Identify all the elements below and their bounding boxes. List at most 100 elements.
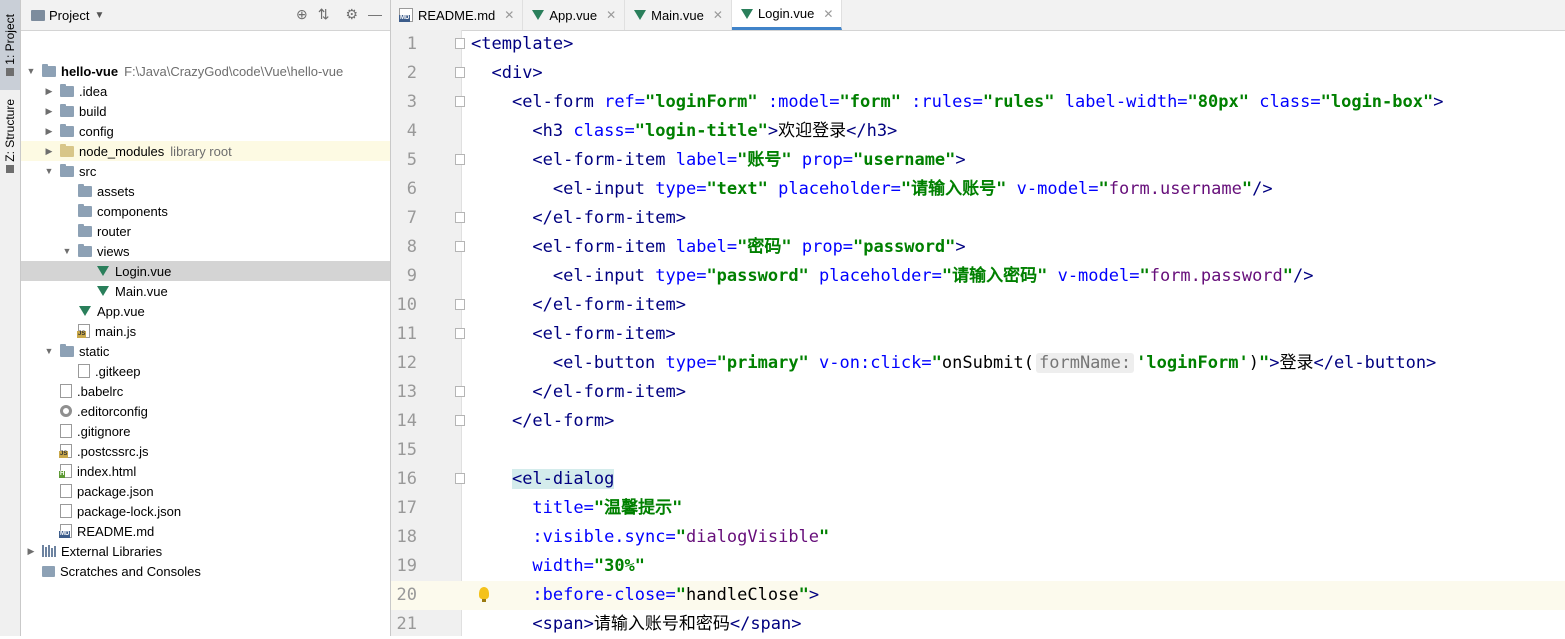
tree-item[interactable]: ▶ External Libraries [21, 541, 390, 561]
code-line[interactable]: 14 </el-form> [391, 407, 1565, 436]
code-token: "text" [706, 179, 779, 199]
tree-item[interactable]: ▼ hello-vue F:\Java\CrazyGod\code\Vue\hell… [21, 61, 390, 81]
code-line[interactable]: 1 <template> [391, 30, 1565, 59]
chevron-down-icon[interactable]: ▼ [94, 10, 104, 21]
tree-item[interactable]: ▼ static [21, 341, 390, 361]
tree-item[interactable]: Scratches and Consoles [21, 561, 390, 581]
code-line[interactable]: 6 <el-input type="text" placeholder="请输入… [391, 175, 1565, 204]
close-icon[interactable]: ✕ [606, 8, 616, 22]
code-token: > [1269, 353, 1280, 373]
editor-tab[interactable]: README.md ✕ [391, 0, 524, 30]
tree-item[interactable]: App.vue [21, 301, 390, 321]
editor-tabs: README.md ✕ App.vue ✕ Main.vue ✕ Login.vue ✕ [391, 0, 1565, 31]
fold-marker-icon[interactable] [455, 328, 465, 339]
fold-marker-icon[interactable] [455, 299, 465, 310]
code-line[interactable]: 12 <el-button type="primary" v-on:click=… [391, 349, 1565, 378]
code-line[interactable]: 2 <div> [391, 59, 1565, 88]
tree-item[interactable]: ▶ node_modules library root [21, 141, 390, 161]
code-token: > [808, 585, 820, 605]
tree-item[interactable]: ▼ src [21, 161, 390, 181]
expand-arrow-icon[interactable]: ▼ [43, 166, 55, 176]
tree-item[interactable]: .gitkeep [21, 361, 390, 381]
close-icon[interactable]: ✕ [823, 7, 833, 21]
editor-tab[interactable]: Login.vue ✕ [731, 0, 843, 30]
fold-marker-icon[interactable] [455, 473, 465, 484]
expand-arrow-icon[interactable]: ▶ [43, 146, 55, 157]
code-line[interactable]: 10 </el-form-item> [391, 291, 1565, 320]
tree-item[interactable]: router [21, 221, 390, 241]
fold-marker-icon[interactable] [455, 67, 465, 78]
close-icon[interactable]: ✕ [504, 8, 514, 22]
tree-item-label: Login.vue [115, 263, 172, 279]
expand-arrow-icon[interactable]: ▶ [43, 126, 55, 137]
tree-item[interactable]: package.json [21, 481, 390, 501]
code-token: " [1282, 266, 1294, 286]
code-line[interactable]: 5 <el-form-item label="账号" prop="usernam… [391, 146, 1565, 175]
code-line[interactable]: 9 <el-input type="password" placeholder=… [391, 262, 1565, 291]
collapse-all-icon[interactable]: ⇅ [318, 6, 330, 23]
expand-arrow-icon[interactable]: ▼ [43, 346, 55, 356]
hide-icon[interactable]: — [368, 6, 382, 23]
fold-marker-icon[interactable] [455, 96, 465, 107]
expand-arrow-icon[interactable]: ▶ [43, 106, 55, 117]
tree-item[interactable]: Main.vue [21, 281, 390, 301]
folder-icon [60, 163, 74, 177]
code-token: </el-form> [511, 411, 615, 431]
structure-tool-tab[interactable]: Z: Structure [0, 96, 20, 176]
code-line[interactable]: 11 <el-form-item> [391, 320, 1565, 349]
gear-icon[interactable]: ⚙ [345, 6, 358, 23]
tree-item[interactable]: Login.vue [21, 261, 390, 281]
editor-tab[interactable]: Main.vue ✕ [625, 0, 732, 30]
tree-item[interactable]: .editorconfig [21, 401, 390, 421]
code-line[interactable]: 21 <span>请输入账号和密码</span> [391, 610, 1565, 639]
code-token: <el-form [511, 92, 605, 112]
tree-item[interactable]: JS .postcssrc.js [21, 441, 390, 461]
tree-item[interactable]: package-lock.json [21, 501, 390, 521]
tree-item[interactable]: ▼ views [21, 241, 390, 261]
tree-item[interactable]: ▶ build [21, 101, 390, 121]
code-token: </el-button> [1313, 353, 1437, 373]
tree-item[interactable]: components [21, 201, 390, 221]
expand-arrow-icon[interactable]: ▶ [43, 86, 55, 97]
tree-item[interactable]: assets [21, 181, 390, 201]
tree-item[interactable]: Hindex.html [21, 461, 390, 481]
tree-item[interactable]: .gitignore [21, 421, 390, 441]
code-line[interactable]: 7 </el-form-item> [391, 204, 1565, 233]
expand-arrow-icon[interactable]: ▶ [25, 546, 37, 557]
code-line[interactable]: 16 <el-dialog [391, 465, 1565, 494]
tree-item[interactable]: .babelrc [21, 381, 390, 401]
editor-tab[interactable]: App.vue ✕ [523, 0, 626, 30]
tree-item[interactable]: ▶ config [21, 121, 390, 141]
project-tool-tab[interactable]: 1: Project [0, 0, 20, 90]
tree-item[interactable]: ▶ .idea [21, 81, 390, 101]
tree-item-note: library root [170, 143, 232, 159]
code-line[interactable]: 18 :visible.sync="dialogVisible" [391, 523, 1565, 552]
code-line[interactable]: 8 <el-form-item label="密码" prop="passwor… [391, 233, 1565, 262]
code-line[interactable]: 3 <el-form ref="loginForm" :model="form"… [391, 88, 1565, 117]
code-line[interactable]: 19 width="30%" [391, 552, 1565, 581]
tree-item[interactable]: MD README.md [21, 521, 390, 541]
project-view-selector[interactable]: Project [49, 8, 89, 23]
tree-item-label: Scratches and Consoles [60, 563, 201, 579]
code-line[interactable]: 17 title="温馨提示" [391, 494, 1565, 523]
fold-marker-icon[interactable] [455, 415, 465, 426]
tree-item[interactable]: JS main.js [21, 321, 390, 341]
code-line[interactable]: 4 <h3 class="login-title">欢迎登录</h3> [391, 117, 1565, 146]
locate-icon[interactable]: ⊕ [296, 6, 308, 23]
expand-arrow-icon[interactable]: ▼ [25, 66, 37, 76]
fold-marker-icon[interactable] [455, 212, 465, 223]
expand-arrow-icon[interactable]: ▼ [61, 246, 73, 256]
fold-marker-icon[interactable] [455, 386, 465, 397]
code-token: :rules= [911, 92, 983, 112]
fold-marker-icon[interactable] [455, 38, 465, 49]
code-line[interactable]: 13 </el-form-item> [391, 378, 1565, 407]
code-line[interactable]: 20 :before-close="handleClose"> [391, 581, 1565, 610]
fold-marker-icon[interactable] [455, 241, 465, 252]
fold-marker-icon[interactable] [455, 154, 465, 165]
code-line[interactable]: 15 [391, 436, 1565, 465]
code-token: " [819, 527, 830, 547]
close-icon[interactable]: ✕ [713, 8, 723, 22]
code-editor[interactable]: 1 <template> 2 <div> 3 <el-form ref="loginF… [391, 30, 1565, 636]
